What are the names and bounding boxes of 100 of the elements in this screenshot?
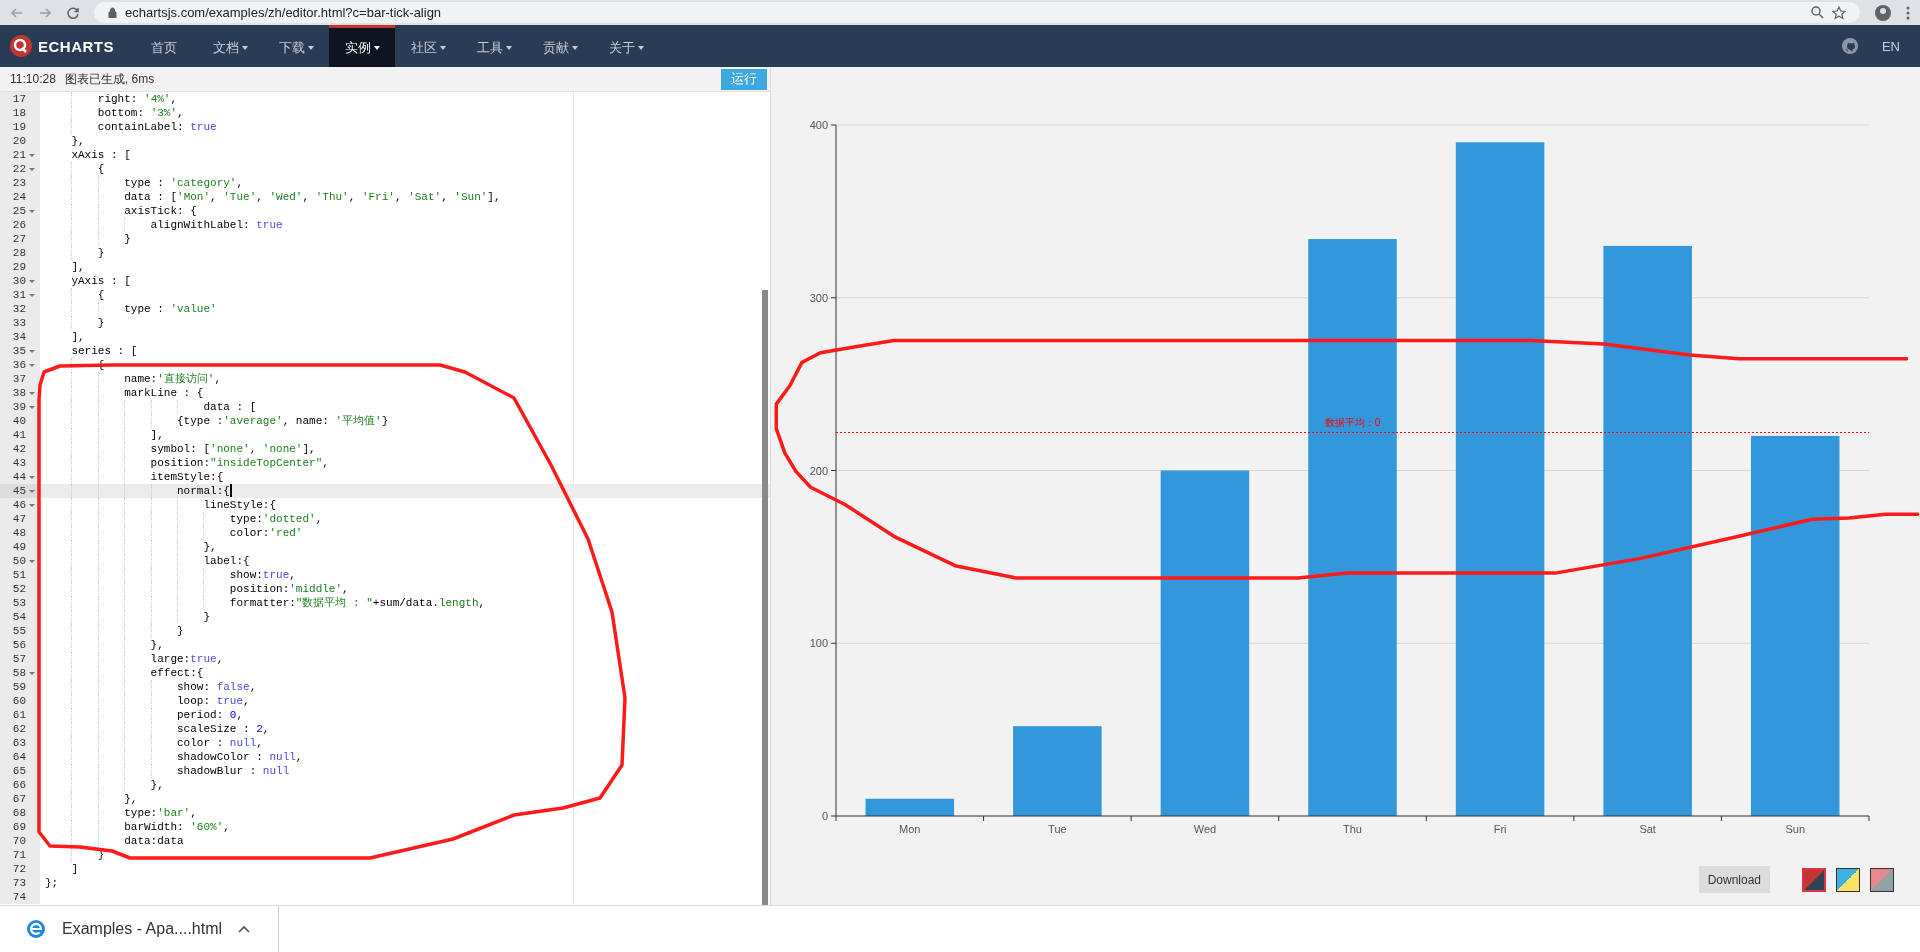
axis-label: Thu	[1343, 823, 1362, 835]
line-number: 18	[11, 106, 26, 120]
line-number: 44	[11, 470, 26, 484]
caret-icon[interactable]	[238, 925, 251, 933]
fold-icon[interactable]	[29, 209, 35, 213]
line-number: 51	[11, 568, 26, 582]
line-number: 32	[11, 302, 26, 316]
line-number: 36	[11, 358, 26, 372]
fold-icon[interactable]	[29, 293, 35, 297]
nav-tab[interactable]: 文档	[197, 25, 263, 67]
line-number: 47	[11, 512, 26, 526]
code-line: data : ['Mon', 'Tue', 'Wed', 'Thu', 'Fri', 'Sat', 'Sun'],	[123, 191, 501, 203]
code-line: barWidth: '60%',	[123, 821, 230, 833]
nav-tab[interactable]: 首页	[131, 25, 197, 67]
download-button[interactable]: Download	[1698, 866, 1770, 893]
theme-swatch[interactable]	[1802, 868, 1826, 892]
code-line: bottom: '3%',	[96, 107, 184, 119]
brand-name[interactable]: ECHARTS	[38, 37, 114, 55]
github-icon[interactable]	[1841, 38, 1858, 54]
fold-icon[interactable]	[29, 167, 35, 171]
fold-icon[interactable]	[29, 503, 35, 507]
line-number: 38	[11, 386, 26, 400]
axis-label: Sat	[1639, 823, 1656, 835]
code-line: ],	[70, 261, 85, 273]
code-line: };	[45, 877, 59, 889]
search-icon[interactable]	[1811, 6, 1824, 19]
fold-icon[interactable]	[29, 489, 35, 493]
line-number: 42	[11, 442, 26, 456]
fold-icon[interactable]	[29, 279, 35, 283]
language-link[interactable]: EN	[1857, 25, 1920, 67]
nav-tab[interactable]: 下载	[263, 25, 329, 67]
code-line: normal:{	[176, 485, 230, 497]
line-number: 71	[11, 848, 26, 862]
fold-icon[interactable]	[29, 475, 35, 479]
line-number: 70	[11, 834, 26, 848]
line-number: 63	[11, 736, 26, 750]
nav-tab[interactable]: 贡献	[527, 25, 593, 67]
code-line: position:'middle',	[228, 583, 349, 595]
fold-icon[interactable]	[29, 405, 35, 409]
lock-icon	[108, 7, 117, 18]
code-line: }	[176, 625, 184, 637]
code-line: markLine : {	[123, 387, 204, 399]
fold-icon[interactable]	[29, 391, 35, 395]
logo-icon[interactable]	[10, 35, 32, 57]
fold-icon[interactable]	[29, 153, 35, 157]
code-line: axisTick: {	[123, 205, 197, 217]
code-line: ]	[70, 863, 78, 875]
code-line: large:true,	[149, 653, 224, 665]
fold-icon[interactable]	[29, 363, 35, 367]
code-line: type:'bar',	[123, 807, 197, 819]
profile-icon[interactable]	[1874, 3, 1892, 22]
url-text[interactable]: echartsjs.com/examples/zh/editor.html?c=bar-tick-align	[125, 5, 442, 20]
scrollbar[interactable]	[762, 290, 768, 905]
code-line: data : [	[202, 401, 257, 413]
code-line: effect:{	[149, 667, 204, 679]
line-number: 56	[11, 638, 26, 652]
theme-swatch[interactable]	[1836, 868, 1860, 892]
code-line: ],	[149, 429, 164, 441]
code-line: type : 'category',	[123, 177, 244, 189]
nav-tab[interactable]: 实例	[329, 25, 395, 67]
line-number: 53	[11, 596, 26, 610]
forward-icon[interactable]	[38, 5, 52, 20]
code-line: color:'red'	[228, 527, 303, 539]
text-cursor	[229, 484, 232, 497]
star-icon[interactable]	[1832, 5, 1846, 20]
code-line: shadowBlur : null	[176, 765, 290, 777]
nav-tab[interactable]: 社区	[395, 25, 461, 67]
code-line: alignWithLabel: true	[149, 219, 283, 231]
reload-icon[interactable]	[66, 5, 80, 20]
line-number: 60	[11, 694, 26, 708]
code-line: loop: true,	[176, 695, 250, 707]
fold-icon[interactable]	[29, 349, 35, 353]
code-line: }	[202, 611, 211, 623]
fold-icon[interactable]	[29, 671, 35, 675]
line-number: 66	[11, 778, 26, 792]
line-number: 41	[11, 428, 26, 442]
line-number: 46	[11, 498, 26, 512]
line-number: 26	[11, 218, 26, 232]
line-number: 19	[11, 120, 26, 134]
download-filename[interactable]: Examples - Apa....html	[62, 920, 223, 938]
nav-tab[interactable]: 工具	[461, 25, 527, 67]
back-icon[interactable]	[10, 5, 24, 20]
line-number: 43	[11, 456, 26, 470]
menu-icon[interactable]	[1906, 5, 1910, 20]
code-line: },	[202, 541, 217, 553]
code-line: right: '4%',	[96, 93, 178, 105]
line-number: 30	[11, 274, 26, 288]
line-number: 33	[11, 316, 26, 330]
line-number: 67	[11, 792, 26, 806]
fold-icon[interactable]	[29, 559, 35, 563]
line-number: 57	[11, 652, 26, 666]
code-line: xAxis : [	[70, 149, 131, 161]
line-number: 35	[11, 344, 26, 358]
code-line: period: 0,	[176, 709, 244, 721]
line-number: 61	[11, 708, 26, 722]
code-line: series : [	[70, 345, 138, 357]
line-number: 39	[11, 400, 26, 414]
theme-swatch[interactable]	[1870, 868, 1894, 892]
line-number: 17	[11, 92, 26, 106]
nav-tab[interactable]: 关于	[593, 25, 659, 67]
